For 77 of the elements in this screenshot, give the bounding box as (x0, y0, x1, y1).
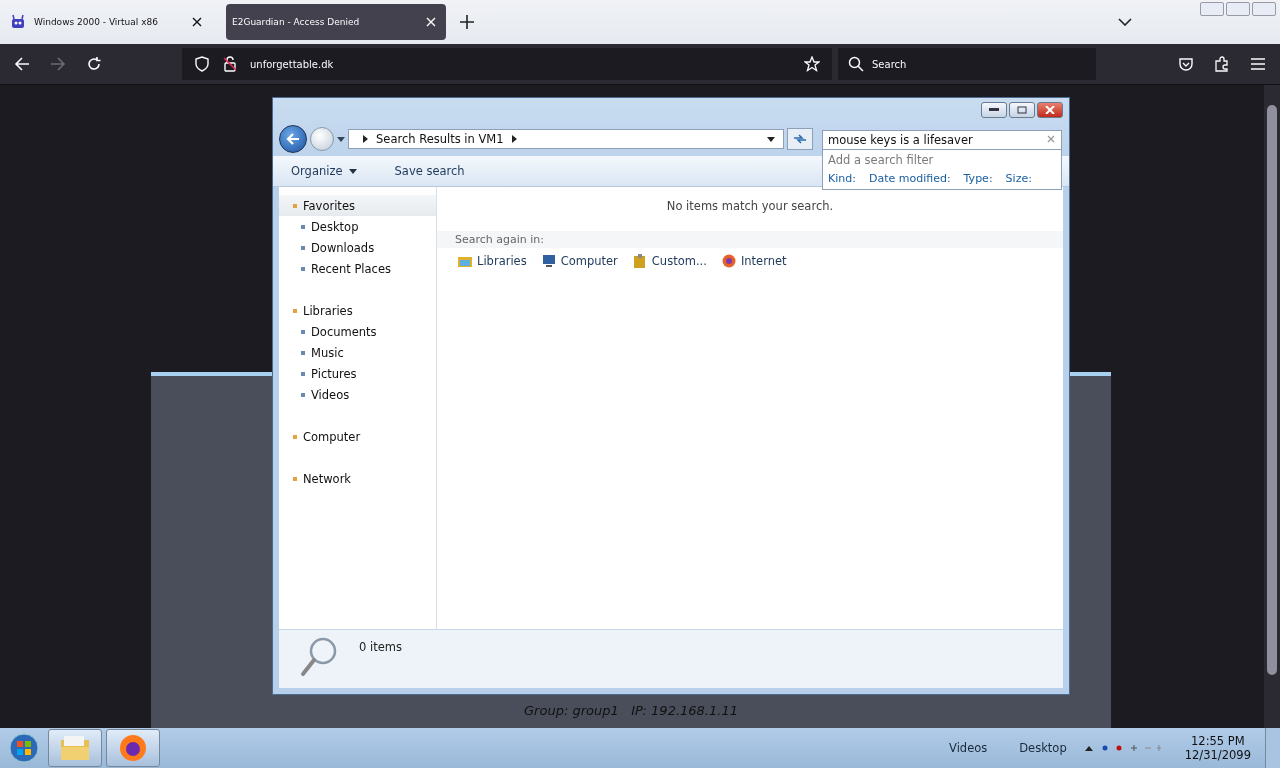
nav-item[interactable]: Favorites (279, 195, 436, 216)
taskbar-toolbar[interactable]: Videos (935, 741, 1002, 755)
clipboard-icon (631, 254, 648, 268)
globe-icon (720, 254, 737, 268)
filter-hint: Add a search filter (828, 153, 935, 167)
clear-icon[interactable] (1047, 135, 1055, 143)
shield-icon (194, 56, 210, 72)
filter-link[interactable]: Date modified: (868, 172, 951, 185)
back-arrow-icon (286, 133, 300, 145)
nav-item[interactable]: Computer (279, 426, 436, 447)
nav-item[interactable]: Videos (279, 384, 436, 405)
nav-item[interactable]: Downloads (279, 237, 436, 258)
monitor-icon (540, 254, 557, 268)
nav-item[interactable]: Desktop (279, 216, 436, 237)
nav-item[interactable]: Pictures (279, 363, 436, 384)
caret-icon[interactable] (337, 136, 345, 142)
back-button[interactable] (279, 125, 307, 153)
library-folder-icon (457, 254, 473, 268)
address-bar[interactable]: unforgettable.dk (182, 48, 832, 80)
broken-lock-icon (222, 56, 238, 72)
item-count: 0 items (359, 640, 402, 654)
tab-title: E2Guardian - Access Denied (232, 17, 361, 27)
close-icon[interactable] (192, 17, 202, 27)
address-field[interactable]: Search Results in VM1 (348, 129, 784, 149)
menu-icon[interactable] (1250, 56, 1266, 72)
magnifier-icon (299, 636, 339, 678)
robot-icon (10, 14, 26, 30)
empty-message: No items match your search. (666, 199, 834, 213)
folder-taskbar-button[interactable] (48, 729, 102, 767)
location-link[interactable]: Computer (540, 254, 618, 268)
start-orb-icon (9, 733, 39, 763)
browser-logo-icon (119, 734, 147, 762)
browser-tab[interactable]: E2Guardian - Access Denied (226, 4, 446, 40)
close-button[interactable] (1037, 102, 1063, 118)
location-link[interactable]: Internet (720, 254, 787, 268)
caret-icon[interactable] (767, 136, 775, 142)
nav-item[interactable]: Documents (279, 321, 436, 342)
location-link[interactable]: Libraries (457, 254, 527, 268)
search-field[interactable]: mouse keys is a lifesaver (822, 130, 1062, 150)
reload-icon[interactable] (86, 56, 102, 72)
clock[interactable]: 12:55 PM 12/31/2099 (1168, 734, 1261, 762)
back-icon[interactable] (14, 56, 30, 72)
scrollbar[interactable] (1264, 85, 1280, 728)
star-icon[interactable] (804, 56, 820, 72)
chevron-right-icon[interactable] (363, 135, 368, 143)
filter-link[interactable]: Size: (1005, 172, 1032, 185)
toolbar-button[interactable]: Organize (291, 164, 357, 178)
forward-icon[interactable] (50, 56, 66, 72)
filter-link[interactable]: Type: (963, 172, 993, 185)
refresh-arrows-icon (793, 133, 807, 145)
tab-title: Windows 2000 - Virtual x86 (34, 17, 159, 27)
nav-item[interactable]: Libraries (279, 300, 436, 321)
firefox-taskbar-button[interactable] (106, 729, 160, 767)
pocket-icon[interactable] (1178, 56, 1194, 72)
group-ip-text: Group: group1 IP: 192.168.1.11 (524, 703, 738, 718)
nav-item[interactable]: Recent Places (279, 258, 436, 279)
nav-item[interactable]: Network (279, 468, 436, 489)
nav-item[interactable]: Music (279, 342, 436, 363)
puzzle-icon[interactable] (1214, 56, 1230, 72)
maximize-icon (1017, 106, 1027, 114)
minimize-button[interactable] (981, 102, 1007, 118)
browser-tab[interactable]: Windows 2000 - Virtual x86 (4, 4, 212, 40)
location-link[interactable]: Custom... (631, 254, 707, 268)
close-icon (1045, 106, 1055, 114)
chevron-right-icon[interactable] (511, 135, 517, 143)
search-again-label: Search again in: (455, 233, 544, 246)
search-field[interactable]: Search (838, 48, 1096, 80)
toolbar-button[interactable]: Save search (394, 164, 465, 178)
maximize-button[interactable] (1009, 102, 1035, 118)
folder-icon (60, 735, 90, 761)
breadcrumb-item[interactable]: Search Results in VM1 (376, 132, 504, 146)
plus-icon[interactable] (460, 15, 474, 29)
taskbar-toolbar[interactable]: Desktop (1005, 741, 1081, 755)
minimize-icon (989, 108, 999, 112)
filter-link[interactable]: Kind: (828, 172, 856, 185)
refresh-button[interactable] (787, 128, 813, 150)
chevron-down-icon[interactable] (1118, 18, 1132, 26)
